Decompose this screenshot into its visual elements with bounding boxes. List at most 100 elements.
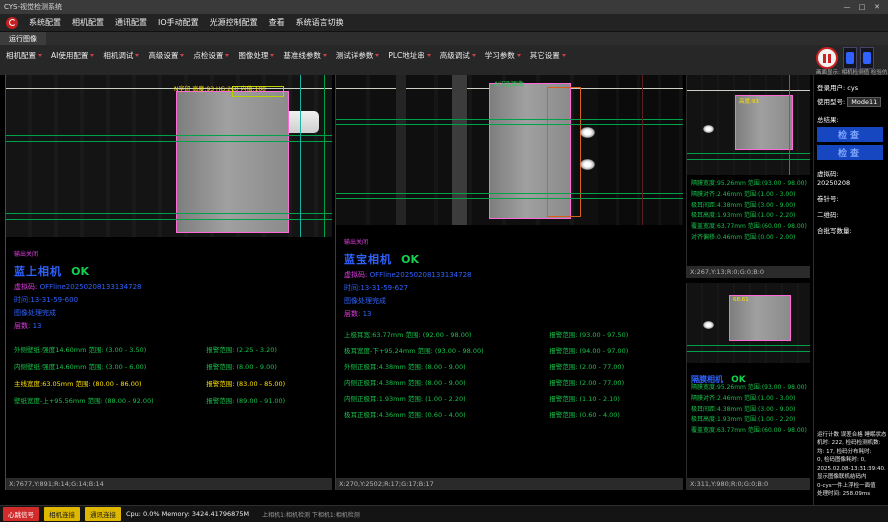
login-user-row: 登录用户: cys <box>817 82 885 92</box>
camera-image-right-top[interactable]: 高度:93 <box>687 75 810 175</box>
tab-label: 基准线参数 <box>283 50 321 61</box>
maximize-icon[interactable]: □ <box>855 2 869 13</box>
cpu-memory-text: Cpu: 0.0% Memory: 3424.41796875M <box>126 510 249 518</box>
barcode-value: OFFline20250208133134728 <box>370 271 472 279</box>
minimize-icon[interactable]: — <box>840 2 854 13</box>
tab-plc-address[interactable]: PLC地址串 <box>388 50 430 61</box>
virtual-code-value: 20250208 <box>817 179 885 187</box>
tab-image-processing[interactable]: 图像处理 <box>238 50 274 61</box>
batch-count-label: 合批写数量: <box>817 225 885 235</box>
measurement-value: 内侧正极耳:4.38mm 范围: (8.00 - 9.00) <box>344 377 549 387</box>
tab-camera-config[interactable]: 相机配置 <box>6 50 42 61</box>
alarm-range: 报警范围: (1.10 - 2.10) <box>549 393 620 403</box>
menu-view[interactable]: 查看 <box>269 17 285 28</box>
measurement-rows: 外侧壁纸:强度14.60mm 范围: (3.00 - 3.50)报警范围: (2… <box>14 344 324 405</box>
stats-line: 2025.02.08-13:31:39:40. <box>817 465 886 474</box>
alarm-range: 报警范围: (2.00 - 77.00) <box>549 361 624 371</box>
tab-label: 其它设置 <box>530 50 560 61</box>
measure-line: 隔膜对齐:2.46mm 范围:(1.00 - 3.00) <box>691 190 808 201</box>
count-label: 层数: <box>14 321 30 331</box>
app-logo-icon <box>6 17 18 29</box>
caret-down-icon <box>225 54 229 57</box>
menu-camera-config[interactable]: 相机配置 <box>72 17 104 28</box>
run-tab-strip: 运行图像 <box>0 32 888 45</box>
tab-label: 点检设置 <box>193 50 223 61</box>
count-value: 13 <box>33 322 42 330</box>
tab-advanced-settings[interactable]: 高级设置 <box>148 50 184 61</box>
guide-line-vertical <box>789 75 790 175</box>
guide-line <box>6 135 332 136</box>
menu-light-control[interactable]: 光源控制配置 <box>210 17 258 28</box>
alarm-range: 报警范围: (83.00 - 85.00) <box>206 378 285 388</box>
tab-spot-check[interactable]: 点检设置 <box>193 50 229 61</box>
time-line: 时间:13-31-59-627 <box>344 283 675 293</box>
caret-down-icon <box>562 54 566 57</box>
pause-button[interactable] <box>816 47 838 69</box>
count-line: 层数: 13 <box>14 321 324 331</box>
alarm-range: 报警范围: (2.00 - 77.00) <box>549 377 624 387</box>
display-tool-button[interactable] <box>860 47 874 69</box>
tab-advanced-debug[interactable]: 高级调试 <box>440 50 476 61</box>
pixel-status-middle: X:270,Y:2502;R:17;G:17;B:17 <box>336 478 683 490</box>
reflective-tab <box>703 321 714 329</box>
caret-down-icon <box>427 54 431 57</box>
output-state-text: 输出关闭 <box>14 249 324 258</box>
camera-title: 蓝上相机 <box>14 263 62 279</box>
status-bar: 心跳信号 相机连接 通讯连接 Cpu: 0.0% Memory: 3424.41… <box>0 505 888 522</box>
barcode-value: OFFline20250208133134728 <box>40 283 142 291</box>
model-value-field[interactable]: Mode11 <box>847 97 881 107</box>
measurement-value: 极耳宽度-下+95.24mm 范围: (93.00 - 98.00) <box>344 345 549 355</box>
stats-line: 均: 17, 检码分布耗时: <box>817 448 886 457</box>
stats-line: 处理时间: 258.09ms <box>817 490 886 499</box>
camera-image-right-bottom[interactable]: 68.61 <box>687 283 810 363</box>
measure-line: 隔膜宽度:95.26mm 范围:(93.00 - 98.00) <box>691 179 808 190</box>
pixel-status-left: X:7677,Y:891;R:14;G:14;B:14 <box>6 478 332 490</box>
result-info-middle: 输出关闭 蓝宝相机 OK 虚拟码: OFFline202502081331347… <box>336 225 683 423</box>
stats-line: 0, 检码图像耗时: 0, <box>817 456 886 465</box>
camera-image-left[interactable]: N字印 高度:93 HG:260 内值:100 <box>6 75 332 237</box>
tab-test-params[interactable]: 测试详参数 <box>336 50 380 61</box>
tab-other-settings[interactable]: 其它设置 <box>530 50 566 61</box>
close-icon[interactable]: ✕ <box>870 2 884 13</box>
time-line: 时间:13-31-59-600 <box>14 295 324 305</box>
camera-image-middle[interactable]: AI识别图像 <box>336 75 683 225</box>
guide-line <box>336 193 683 194</box>
pause-icon <box>828 54 831 63</box>
comm-connection-badge: 通讯连接 <box>85 507 121 521</box>
caret-down-icon <box>517 54 521 57</box>
tab-label: 相机配置 <box>6 50 36 61</box>
menu-comm-config[interactable]: 通讯配置 <box>115 17 147 28</box>
caret-down-icon <box>38 54 42 57</box>
tab-label: PLC地址串 <box>388 50 424 61</box>
caret-down-icon <box>323 54 327 57</box>
tab-run-image[interactable]: 运行图像 <box>0 32 46 45</box>
dark-region <box>598 75 683 225</box>
heartbeat-badge: 心跳信号 <box>3 507 39 521</box>
camera-tool-button[interactable] <box>843 47 857 69</box>
total-result-label: 总结果: <box>817 114 885 124</box>
tab-learning-params[interactable]: 学习参数 <box>485 50 521 61</box>
alarm-range: 报警范围: (89.00 - 91.00) <box>206 395 285 405</box>
pixel-status-right-bottom: X:311,Y:980;R:0;G:0;B:0 <box>687 478 810 490</box>
tab-label: 相机调试 <box>103 50 133 61</box>
tab-baseline-params[interactable]: 基准线参数 <box>283 50 327 61</box>
measurement-value: 外侧正极耳:4.38mm 范围: (8.00 - 9.00) <box>344 361 549 371</box>
menu-io-manual[interactable]: IO手动配置 <box>158 17 199 28</box>
barcode-label: 虚拟码: <box>14 282 37 292</box>
menu-language-switch[interactable]: 系统语言切换 <box>296 17 344 28</box>
guide-line <box>6 213 332 214</box>
tab-label: AI使用配置 <box>51 50 88 61</box>
pixel-status-right-top: X:267,Y:13;R:0;G:0;B:0 <box>687 266 810 278</box>
measurement-value: 内侧正极耳:1.93mm 范围: (1.00 - 2.20) <box>344 393 549 403</box>
count-value: 13 <box>363 310 372 318</box>
camera-status-text: 上相机1:相机检测 下相机1:相机检测 <box>262 510 360 519</box>
tab-ai-config[interactable]: AI使用配置 <box>51 50 94 61</box>
tab-label: 学习参数 <box>485 50 515 61</box>
pin-number-label: 卷针号: <box>817 193 885 203</box>
menu-system-config[interactable]: 系统配置 <box>29 17 61 28</box>
login-user-label: 登录用户: <box>817 82 845 92</box>
stats-line: 显示图像联机结码内 <box>817 473 886 482</box>
tab-camera-debug[interactable]: 相机调试 <box>103 50 139 61</box>
measurement-row: 内侧壁纸:强度14.60mm 范围: (3.00 - 6.00)报警范围: (8… <box>14 361 324 371</box>
machine-column <box>452 75 467 225</box>
